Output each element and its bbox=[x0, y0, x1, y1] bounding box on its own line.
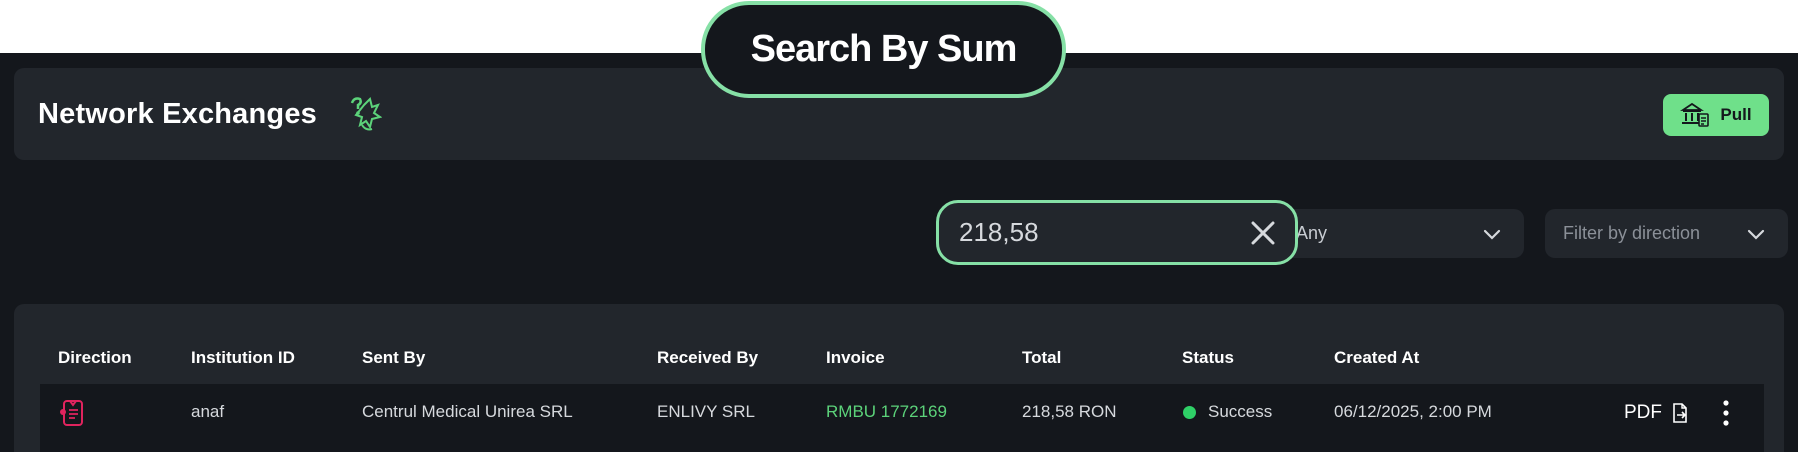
close-icon[interactable] bbox=[1249, 219, 1277, 247]
chevron-down-icon bbox=[1483, 229, 1501, 240]
pdf-download-button[interactable]: PDF bbox=[1624, 402, 1662, 424]
column-header-sent-by[interactable]: Sent By bbox=[362, 348, 425, 368]
pull-button[interactable]: Pull bbox=[1663, 94, 1769, 136]
cell-created-at: 06/12/2025, 2:00 PM bbox=[1334, 402, 1492, 421]
cell-status: Success bbox=[1208, 402, 1273, 421]
mascot-icon bbox=[350, 97, 382, 131]
column-header-direction[interactable]: Direction bbox=[58, 348, 132, 368]
search-value: 218,58 bbox=[959, 217, 1039, 247]
inbound-document-icon bbox=[60, 400, 83, 426]
column-header-total[interactable]: Total bbox=[1022, 348, 1061, 368]
column-header-institution-id[interactable]: Institution ID bbox=[191, 348, 295, 368]
sum-search-input[interactable]: 218,58 bbox=[936, 200, 1298, 265]
invoice-link[interactable]: RMBU 1772169 bbox=[826, 402, 947, 422]
chevron-down-icon bbox=[1747, 229, 1765, 240]
column-header-status[interactable]: Status bbox=[1182, 348, 1234, 368]
direction-filter-placeholder: Filter by direction bbox=[1563, 223, 1701, 243]
cell-sent-by: Centrul Medical Unirea SRL bbox=[362, 402, 573, 421]
cell-institution-id: anaf bbox=[191, 402, 225, 421]
overlay-title: Search By Sum bbox=[750, 28, 1018, 70]
status-filter-value: Any bbox=[1296, 223, 1328, 243]
column-header-invoice[interactable]: Invoice bbox=[826, 348, 885, 368]
file-export-icon[interactable] bbox=[1671, 403, 1689, 423]
bank-transfer-icon bbox=[1680, 102, 1710, 127]
column-header-received-by[interactable]: Received By bbox=[657, 348, 758, 368]
page-title: Network Exchanges bbox=[38, 98, 317, 130]
column-header-created-at[interactable]: Created At bbox=[1334, 348, 1419, 368]
status-filter-select[interactable]: Any bbox=[1266, 209, 1524, 258]
direction-filter-select[interactable]: Filter by direction bbox=[1545, 209, 1788, 258]
more-options-icon[interactable] bbox=[1722, 400, 1730, 426]
pull-button-label: Pull bbox=[1720, 105, 1752, 124]
cell-total: 218,58 RON bbox=[1022, 402, 1117, 421]
overlay-title-pill: Search By Sum bbox=[701, 1, 1066, 98]
status-indicator bbox=[1183, 406, 1196, 419]
cell-received-by: ENLIVY SRL bbox=[657, 402, 755, 421]
